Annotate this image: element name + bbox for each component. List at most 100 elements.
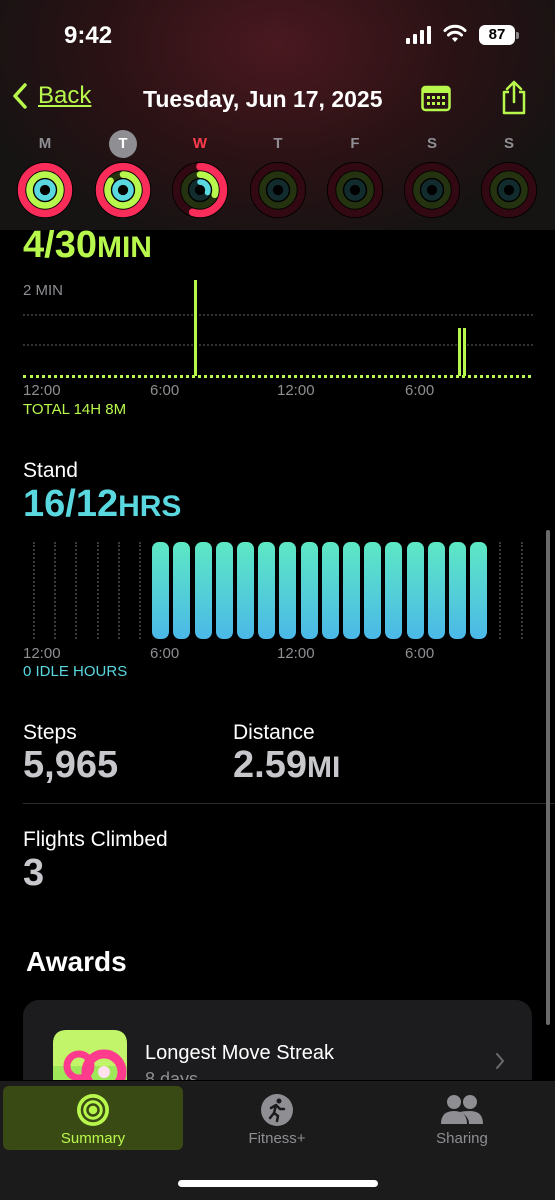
flights-label: Flights Climbed [23,828,168,851]
stand-hour-bar [343,542,360,639]
steps-value: 5,965 [23,744,119,786]
status-bar: 9:42 87 [0,0,555,70]
day-3[interactable]: T [246,130,310,220]
flights-value: 3 [23,852,45,894]
status-time: 9:42 [64,22,113,49]
stand-hour-bar [215,542,233,639]
stand-hour-bar [406,542,424,639]
stand-hour-empty [96,542,99,639]
x-tick-label: 12:00 [23,382,61,399]
activity-rings-icon [94,161,152,219]
battery-icon: 87 [479,25,519,45]
stand-hour-bar [194,542,212,639]
exercise-bar [458,328,461,376]
day-letter: T [273,135,283,152]
wifi-icon [443,24,467,42]
stand-hour-bar [279,542,297,639]
exercise-chart: 2 MIN [23,280,533,380]
day-letter: F [350,135,360,152]
x-tick-label: 12:00 [23,645,61,662]
x-tick-label: 6:00 [405,645,435,662]
day-0[interactable]: M [13,130,77,220]
exercise-value: 4/30MIN [23,230,152,266]
stand-hour-empty [499,542,502,639]
x-tick-label: 6:00 [150,645,180,662]
x-tick-label: 12:00 [277,382,315,399]
x-tick-label: 6:00 [405,382,435,399]
stand-hour-empty [75,542,78,639]
tab-summary[interactable]: Summary [3,1086,183,1150]
stand-hour-bar [152,542,170,639]
day-letter: T [109,130,137,158]
tab-sharing[interactable]: Sharing [372,1086,552,1150]
week-selector: M T W T F S S [0,130,555,230]
stand-hour-bar [300,542,318,639]
day-6[interactable]: S [477,130,541,220]
day-letter: M [38,135,52,152]
day-letter: S [426,135,437,152]
activity-rings-icon [77,1094,109,1126]
cellular-signal-icon [406,26,431,44]
runner-icon [261,1094,293,1126]
calendar-icon[interactable] [421,84,451,112]
people-icon [441,1095,483,1124]
stand-hour-empty [139,542,141,639]
activity-rings-icon [249,161,307,219]
stand-hour-bar [385,542,403,639]
exercise-bar [463,328,466,376]
day-1[interactable]: T [91,130,155,220]
divider [23,803,555,804]
award-badge-icon [53,1030,127,1080]
steps-label: Steps [23,721,77,744]
stand-hour-bar [321,542,339,639]
stand-hour-empty [33,542,35,639]
back-label: Back [38,82,92,109]
activity-rings-icon [171,161,229,219]
stand-hour-bar [173,542,191,639]
day-4[interactable]: F [323,130,387,220]
award-card[interactable]: Longest Move Streak 8 days [23,1000,532,1080]
share-icon[interactable] [500,80,528,116]
back-button[interactable]: Back [12,82,91,110]
tab-summary-label: Summary [60,1130,126,1147]
tab-sharing-label: Sharing [436,1130,488,1147]
day-letter: S [503,135,514,152]
summary-content: 4/30MIN 2 MIN 12:00 6:00 12:00 6:00 TOTAL 1… [0,230,555,1080]
stand-hour-bar [449,542,466,639]
stand-value: 16/12HRS [23,483,182,525]
stand-hour-bar [237,542,254,639]
activity-rings-icon [403,161,461,219]
exercise-bar [194,280,197,376]
home-indicator [178,1180,378,1187]
tab-fitness-label: Fitness+ [248,1130,306,1147]
distance-label: Distance [233,721,315,744]
scrollbar[interactable] [546,530,550,1025]
stand-hour-empty [54,542,57,639]
page-title: Tuesday, Jun 17, 2025 [143,86,383,112]
award-subtitle: 8 days [145,1069,199,1080]
chevron-left-icon [13,83,27,109]
awards-title: Awards [26,946,127,977]
award-name: Longest Move Streak [145,1042,334,1064]
stand-title: Stand [23,459,78,482]
activity-rings-icon [16,161,74,219]
day-letter: W [192,135,208,152]
x-tick-label: 12:00 [277,645,315,662]
x-tick-label: 6:00 [150,382,180,399]
activity-rings-icon [480,161,538,219]
exercise-total: TOTAL 14H 8M [23,401,127,418]
day-5[interactable]: S [400,130,464,220]
day-2[interactable]: W [168,130,232,220]
stand-hour-bar [470,542,488,639]
exercise-max-label: 2 MIN [23,282,64,299]
stand-hour-empty [520,542,523,639]
nav-bar: Back Tuesday, Jun 17, 2025 [0,76,555,120]
distance-value: 2.59MI [233,744,341,786]
activity-rings-icon [326,161,384,219]
stand-hour-empty [117,542,120,639]
stand-hour-bar [427,542,445,639]
stand-hour-bar [364,542,382,639]
stand-hour-bar [258,542,276,639]
chevron-right-icon [496,1053,505,1069]
tab-fitness-plus[interactable]: Fitness+ [187,1086,367,1150]
